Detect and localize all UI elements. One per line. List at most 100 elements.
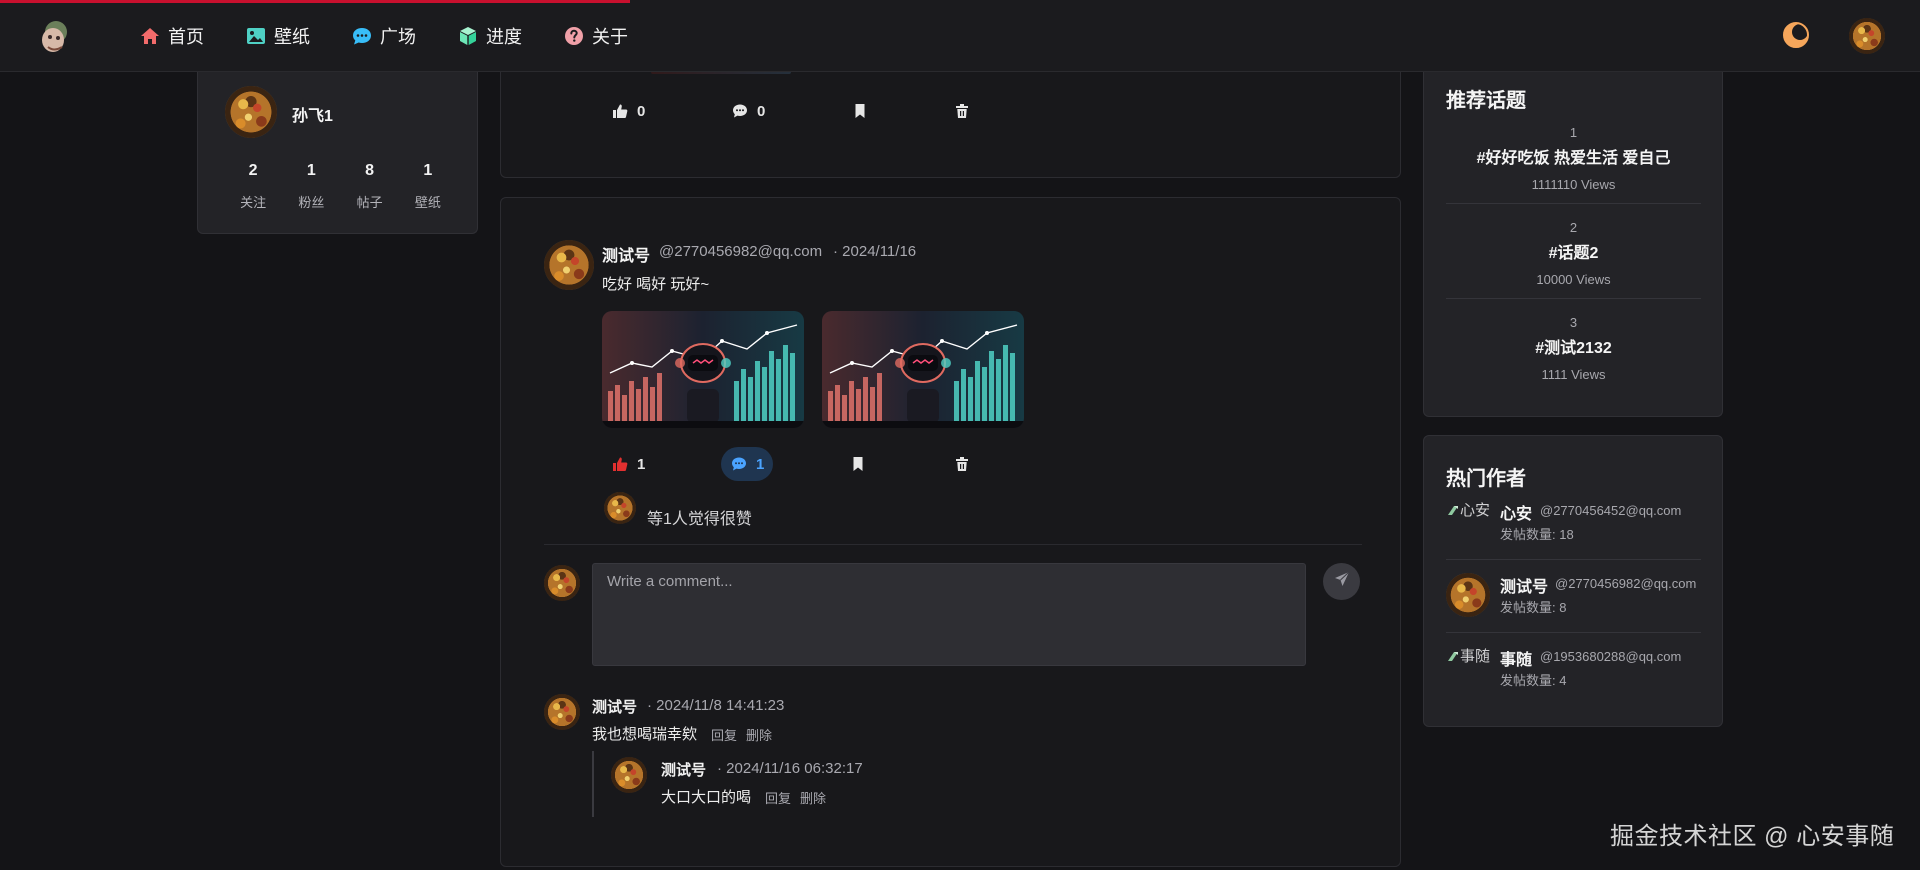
post-author-avatar[interactable] <box>544 240 594 290</box>
delete-button[interactable] <box>954 94 970 128</box>
author-item[interactable]: 测试号 @2770456982@qq.com 发帖数量: 8 <box>1446 573 1701 623</box>
stat-followers[interactable]: 1 粉丝 <box>282 162 340 211</box>
profile-avatar[interactable] <box>225 86 277 138</box>
reply-author-name[interactable]: 测试号 <box>661 759 706 780</box>
stat-following[interactable]: 2 关注 <box>224 162 282 211</box>
stat-value: 1 <box>423 162 433 179</box>
reply-author-avatar[interactable] <box>611 757 647 793</box>
comment-text: 我也想喝瑞幸欸 <box>592 726 698 743</box>
comment-author-name[interactable]: 测试号 <box>592 696 637 717</box>
stat-label: 关注 <box>240 195 267 210</box>
author-name: 事随 <box>1500 652 1533 669</box>
reply-time: · 2024/11/16 06:32:17 <box>717 760 863 777</box>
topic-name: #测试2132 <box>1535 340 1612 357</box>
nav-label: 壁纸 <box>274 27 310 47</box>
moon-icon <box>1783 22 1809 52</box>
divider <box>1446 298 1701 299</box>
comment-icon <box>731 456 747 472</box>
like-count: 0 <box>637 102 646 120</box>
stat-posts[interactable]: 8 帖子 <box>341 162 399 211</box>
post-content: 吃好 喝好 玩好~ <box>602 276 710 293</box>
comment-time: · 2024/11/8 14:41:23 <box>647 697 785 714</box>
author-item[interactable]: 事随 事随 @1953680288@qq.com 发帖数量: 4 <box>1446 646 1701 696</box>
nav-item-plaza[interactable]: 广场 <box>352 23 416 49</box>
divider <box>1446 632 1701 633</box>
comment-button[interactable]: 1 <box>721 447 773 481</box>
topic-rank: 1 <box>1569 125 1578 140</box>
stat-value: 8 <box>365 162 375 179</box>
author-post-count: 发帖数量: 18 <box>1500 527 1574 542</box>
page-loading-bar <box>0 0 630 3</box>
send-comment-button[interactable] <box>1323 563 1360 600</box>
post-date: · 2024/11/16 <box>833 243 917 260</box>
like-button[interactable]: 0 <box>612 94 645 128</box>
topic-item[interactable]: 2 #话题2 10000 Views <box>1446 220 1701 287</box>
panel-title: 热门作者 <box>1446 468 1526 490</box>
author-post-count: 发帖数量: 4 <box>1500 673 1567 688</box>
image-icon <box>246 26 266 46</box>
author-name: 心安 <box>1500 506 1533 523</box>
topic-name: #话题2 <box>1548 245 1599 262</box>
topic-name: #好好吃饭 热爱生活 爱自己 <box>1476 150 1671 167</box>
nav-label: 进度 <box>486 27 522 47</box>
question-icon <box>564 26 584 46</box>
trash-icon <box>954 103 970 119</box>
post-card: 测试号 @2770456982@qq.com · 2024/11/16 吃好 喝… <box>500 197 1401 867</box>
theme-toggle-button[interactable] <box>1783 22 1809 48</box>
like-count: 1 <box>637 455 646 473</box>
profile-name[interactable]: 孙飞1 <box>292 102 333 126</box>
profile-stats: 2 关注 1 粉丝 8 帖子 1 壁纸 <box>198 162 477 211</box>
broken-avatar-image: 心安 <box>1446 500 1490 544</box>
delete-comment-link[interactable]: 删除 <box>746 725 772 744</box>
current-user-avatar <box>544 565 580 601</box>
home-icon <box>140 26 160 46</box>
post-author-name[interactable]: 测试号 <box>602 242 650 266</box>
broken-avatar-image: 事随 <box>1446 646 1490 690</box>
author-item[interactable]: 心安 心安 @2770456452@qq.com 发帖数量: 18 <box>1446 500 1701 550</box>
comment-icon <box>732 103 748 119</box>
thumbs-up-icon <box>612 103 628 119</box>
delete-button[interactable] <box>954 447 970 481</box>
topic-views: 10000 Views <box>1536 272 1611 287</box>
topic-item[interactable]: 3 #测试2132 1111 Views <box>1446 315 1701 382</box>
nav-item-home[interactable]: 首页 <box>140 23 204 49</box>
nav-item-progress[interactable]: 进度 <box>458 23 522 49</box>
user-avatar[interactable] <box>1849 18 1885 54</box>
post-image[interactable] <box>822 311 1024 428</box>
topic-rank: 3 <box>1569 315 1578 330</box>
site-logo[interactable] <box>34 14 80 56</box>
author-email: @1953680288@qq.com <box>1540 649 1682 664</box>
divider <box>1446 203 1701 204</box>
nav-item-wallpaper[interactable]: 壁纸 <box>246 23 310 49</box>
liker-avatar[interactable] <box>604 492 636 524</box>
topic-item[interactable]: 1 #好好吃饭 热爱生活 爱自己 1111110 Views <box>1446 125 1701 192</box>
stat-label: 粉丝 <box>298 195 325 210</box>
likes-summary: 等1人觉得很赞 <box>647 511 752 528</box>
bookmark-button[interactable] <box>850 447 866 481</box>
nav-item-about[interactable]: 关于 <box>564 23 628 49</box>
topic-rank: 2 <box>1569 220 1578 235</box>
reply-link[interactable]: 回复 <box>765 788 791 807</box>
author-email: @2770456982@qq.com <box>1555 576 1697 591</box>
stat-wallpapers[interactable]: 1 壁纸 <box>399 162 457 211</box>
bookmark-button[interactable] <box>852 94 868 128</box>
comment-button[interactable]: 0 <box>732 94 765 128</box>
reply-text: 大口大口的喝 <box>661 789 752 806</box>
like-button[interactable]: 1 <box>612 447 645 481</box>
post-author-email: @2770456982@qq.com <box>659 243 823 260</box>
stat-label: 帖子 <box>356 195 383 210</box>
post-image[interactable] <box>602 311 804 428</box>
stat-value: 2 <box>248 162 258 179</box>
comment-author-avatar[interactable] <box>544 694 580 730</box>
main-nav: 首页 壁纸 广场 进度 关于 <box>140 0 670 72</box>
bookmark-icon <box>852 103 868 119</box>
cube-icon <box>458 26 478 46</box>
delete-comment-link[interactable]: 删除 <box>800 788 826 807</box>
divider <box>1446 559 1701 560</box>
reply-link[interactable]: 回复 <box>711 725 737 744</box>
stat-value: 1 <box>306 162 316 179</box>
author-avatar <box>1446 573 1490 617</box>
comment-input[interactable] <box>592 563 1306 666</box>
profile-card: 孙飞1 2 关注 1 粉丝 8 帖子 1 壁纸 <box>197 60 478 234</box>
author-name: 测试号 <box>1500 579 1549 596</box>
